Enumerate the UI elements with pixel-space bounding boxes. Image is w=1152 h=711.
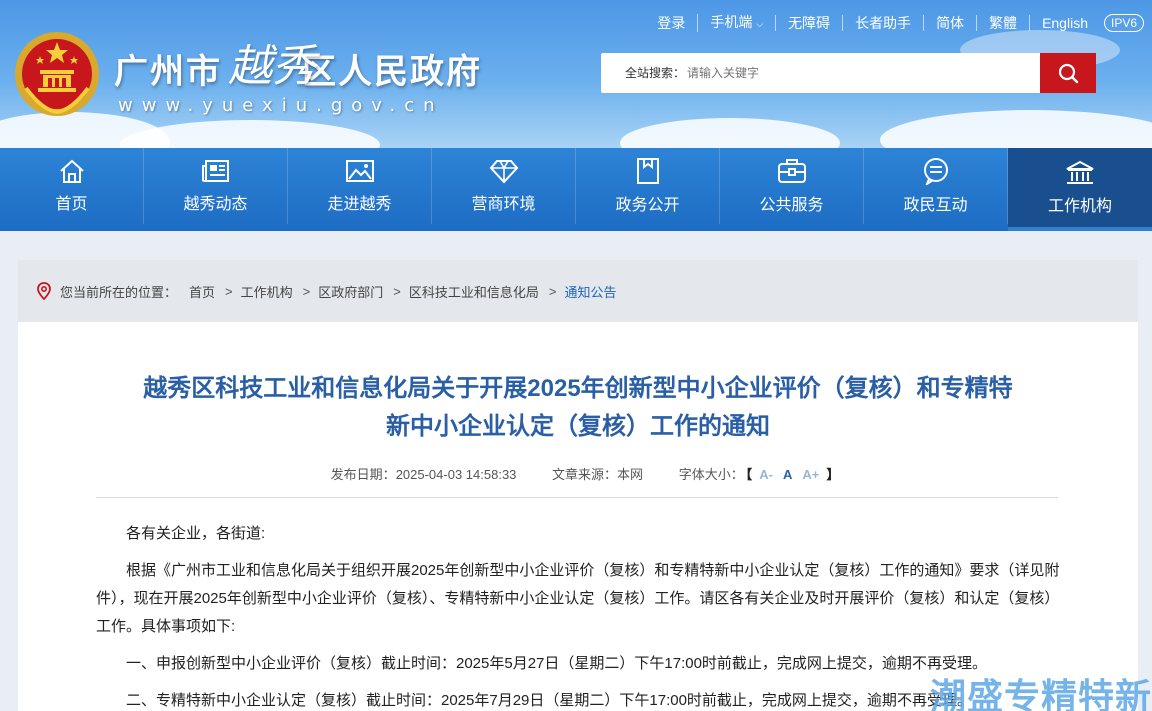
- article-title-line1: 越秀区科技工业和信息化局关于开展2025年创新型中小企业评价（复核）和专精特: [143, 375, 1013, 402]
- article-panel: 越秀区科技工业和信息化局关于开展2025年创新型中小企业评价（复核）和专精特 新…: [18, 322, 1138, 711]
- cloud-decoration: [620, 118, 840, 148]
- simplified-chinese-link[interactable]: 简体: [923, 15, 976, 31]
- breadcrumb-separator: >: [302, 283, 311, 299]
- nav-item-business[interactable]: 营商环境: [432, 148, 576, 224]
- diamond-icon: [489, 160, 518, 184]
- institution-icon: [1066, 160, 1094, 184]
- nav-label: 政民互动: [903, 197, 968, 214]
- breadcrumb-prefix: 您当前所在的位置：: [60, 284, 178, 300]
- source-value: 本网: [617, 467, 644, 482]
- nav-item-about[interactable]: 走进越秀: [288, 148, 432, 224]
- home-icon: [59, 159, 84, 183]
- accessibility-link[interactable]: 无障碍: [775, 15, 842, 31]
- search-input[interactable]: [685, 53, 1040, 93]
- article-paragraph: 一、申报创新型中小企业评价（复核）截止时间：2025年5月27日（星期二）下午1…: [126, 655, 987, 672]
- article-title: 越秀区科技工业和信息化局关于开展2025年创新型中小企业评价（复核）和专精特 新…: [18, 370, 1138, 446]
- national-emblem-logo[interactable]: [12, 28, 102, 120]
- nav-item-news[interactable]: 越秀动态: [144, 148, 288, 224]
- article-paragraph: 根据《广州市工业和信息化局关于组织开展2025年创新型中小企业评价（复核）和专精…: [96, 562, 1060, 635]
- search-label: 全站搜索：: [625, 66, 686, 80]
- nav-label: 政务公开: [615, 197, 680, 214]
- english-link[interactable]: English: [1029, 15, 1100, 31]
- publish-date-label: 发布日期：: [330, 467, 396, 482]
- document-icon: [636, 158, 659, 184]
- bracket-close: 】: [826, 467, 840, 482]
- site-title-part1: 广州市: [114, 52, 222, 92]
- watermark-text: 潮盛专精特新: [929, 677, 1152, 711]
- picture-icon: [345, 160, 374, 182]
- font-size-control: 字体大小：: [679, 467, 744, 482]
- divider: [96, 497, 1058, 498]
- nav-label: 越秀动态: [183, 196, 248, 213]
- article-meta: 发布日期：2025-04-03 14:58:33 文章来源：本网 字体大小：【 A…: [18, 464, 1138, 483]
- cloud-decoration: [120, 120, 380, 148]
- nav-label: 公共服务: [759, 197, 824, 214]
- nav-label: 工作机构: [1047, 197, 1112, 215]
- nav-label: 营商环境: [471, 196, 536, 213]
- cloud-decoration: [880, 110, 1152, 148]
- mobile-link-label: 手机端: [710, 14, 753, 30]
- top-links: 登录 手机端 ⌵ 无障碍 长者助手 简体 繁體 English IPV6: [645, 14, 1144, 32]
- news-icon: [201, 160, 229, 182]
- bracket-open: 【: [745, 467, 753, 482]
- font-large-button[interactable]: A+: [802, 467, 819, 482]
- article-paragraph: 各有关企业，各街道:: [126, 525, 266, 542]
- nav-label: 首页: [55, 196, 88, 213]
- site-title-part2: 区人民政府: [302, 52, 482, 92]
- search-icon: [1058, 63, 1079, 84]
- nav-label: 走进越秀: [327, 196, 392, 213]
- article-source: 文章来源：本网: [552, 467, 643, 482]
- site-title-calligraphy: 越秀: [228, 41, 316, 92]
- nav-item-public-service[interactable]: 公共服务: [720, 148, 864, 224]
- site-url: www.yuexiu.gov.cn: [118, 95, 444, 116]
- briefcase-icon: [777, 159, 806, 183]
- publish-date: 发布日期：2025-04-03 14:58:33: [331, 467, 517, 482]
- font-medium-button[interactable]: A: [783, 467, 792, 482]
- nav-item-interaction[interactable]: 政民互动: [864, 148, 1008, 224]
- font-size-label: 字体大小：: [678, 467, 744, 482]
- site-header: 广州市 区人民政府 越秀 www.yuexiu.gov.cn 登录 手机端 ⌵ 无…: [0, 0, 1152, 148]
- font-small-button[interactable]: A-: [759, 467, 773, 482]
- chevron-down-icon: ⌵: [756, 19, 764, 29]
- article-paragraph: 二、专精特新中小企业认定（复核）截止时间：2025年7月29日（星期二）下午17…: [126, 692, 972, 709]
- breadcrumb-separator: >: [393, 283, 401, 299]
- article-title-line2: 新中小企业认定（复核）工作的通知: [386, 413, 770, 440]
- ipv6-badge: IPV6: [1103, 14, 1144, 32]
- breadcrumb-notices[interactable]: 通知公告: [564, 282, 616, 301]
- publish-date-value: 2025-04-03 14:58:33: [395, 467, 517, 482]
- source-label: 文章来源：: [552, 467, 618, 482]
- nav-item-home[interactable]: 首页: [0, 148, 144, 224]
- breadcrumb: 您当前所在的位置： 首页 > 工作机构 > 区政府部门 > 区科技工业和信息化局…: [18, 260, 1138, 322]
- location-pin-icon: [37, 282, 51, 300]
- breadcrumb-separator: >: [225, 283, 233, 299]
- traditional-chinese-link[interactable]: 繁體: [976, 15, 1029, 31]
- login-link[interactable]: 登录: [645, 15, 697, 31]
- chat-icon: [923, 158, 948, 185]
- mobile-link[interactable]: 手机端 ⌵: [697, 14, 775, 32]
- breadcrumb-separator: >: [548, 283, 557, 299]
- search-button[interactable]: [1040, 53, 1096, 93]
- nav-item-institutions[interactable]: 工作机构: [1008, 148, 1152, 231]
- article-body: 各有关企业，各街道: 根据《广州市工业和信息化局关于组织开展2025年创新型中小…: [96, 520, 1070, 711]
- breadcrumb-home[interactable]: 首页: [189, 282, 215, 301]
- main-nav: 首页 越秀动态 走进越秀 营商环境 政务公开 公共服务 政民互动 工作机构: [0, 148, 1152, 231]
- breadcrumb-bureau[interactable]: 区科技工业和信息化局: [409, 282, 539, 301]
- breadcrumb-departments[interactable]: 区政府部门: [318, 282, 383, 301]
- breadcrumb-institutions[interactable]: 工作机构: [241, 282, 293, 301]
- nav-item-gov-open[interactable]: 政务公开: [576, 148, 720, 224]
- elder-assistant-link[interactable]: 长者助手: [842, 15, 923, 31]
- site-search: 全站搜索：: [601, 53, 1096, 93]
